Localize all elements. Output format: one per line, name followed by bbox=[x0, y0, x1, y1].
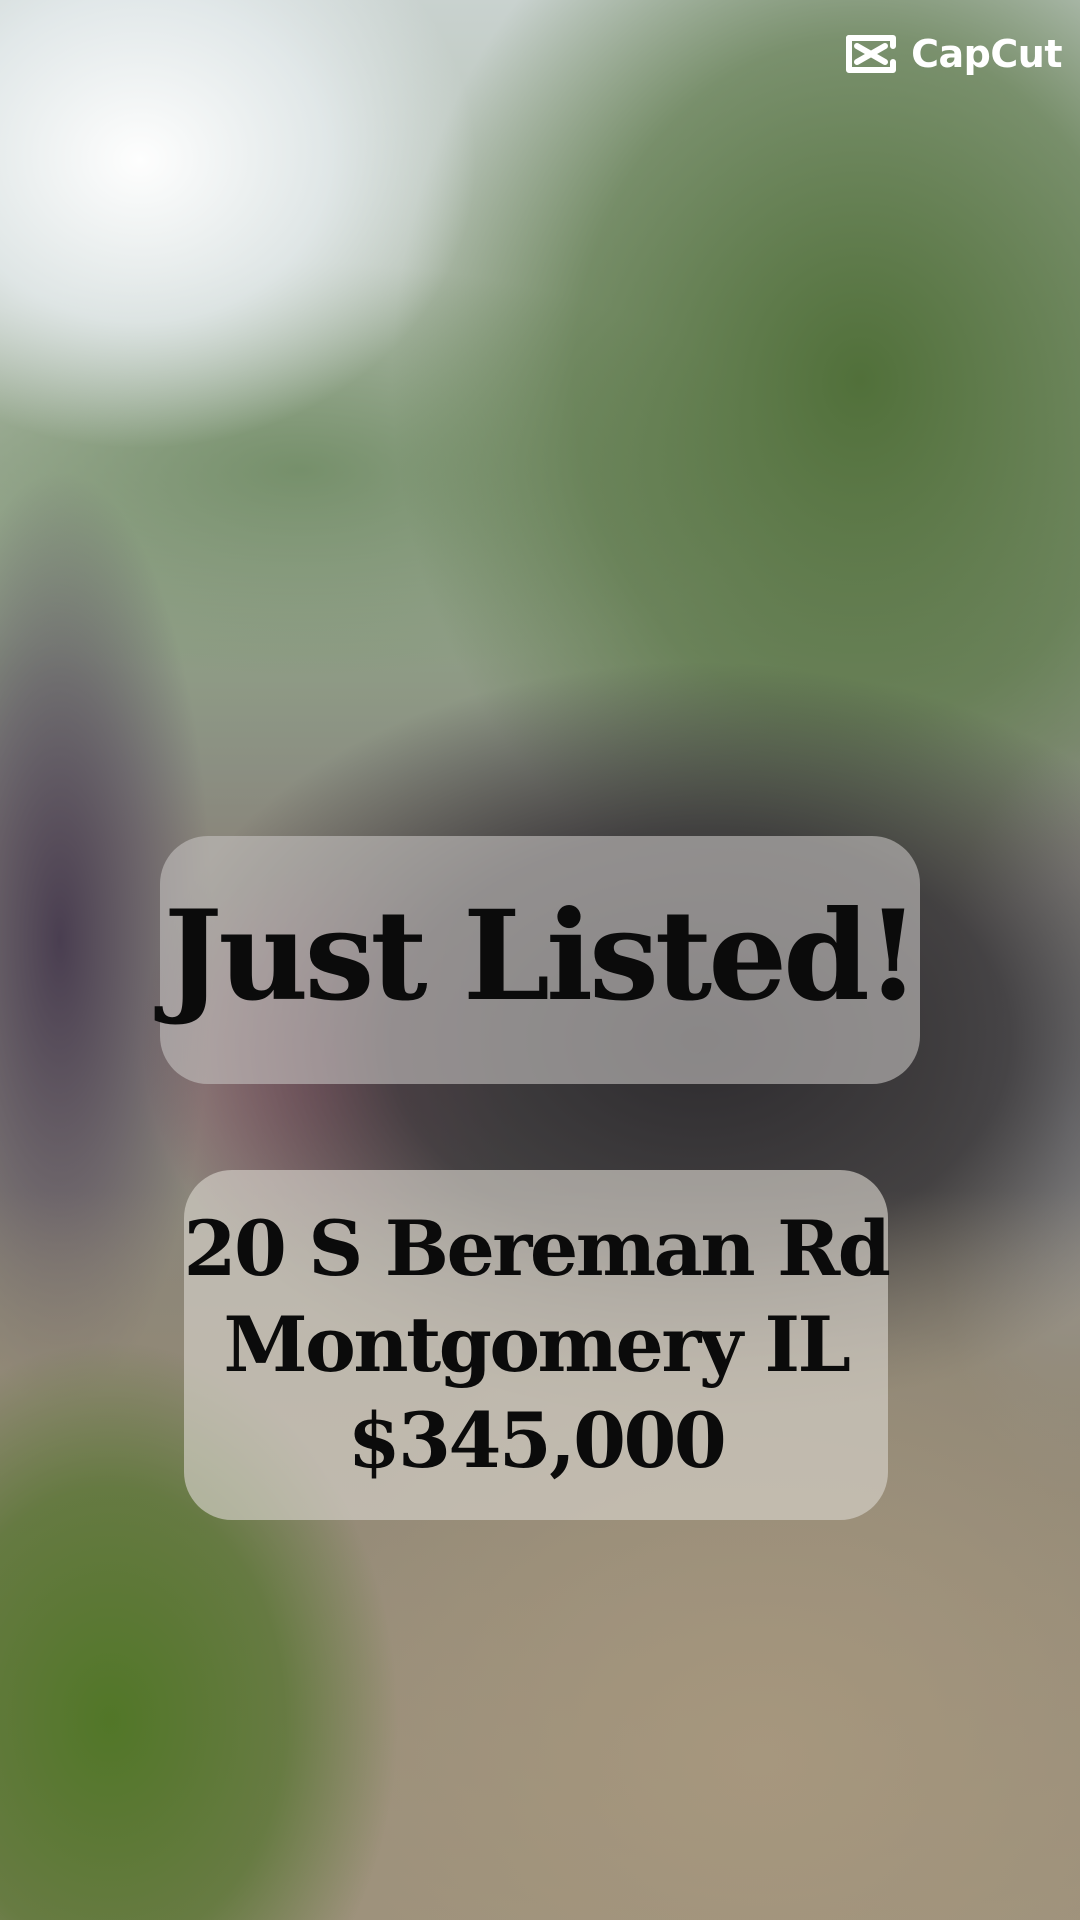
capcut-watermark: CapCut bbox=[843, 28, 1062, 80]
listing-details-card: 20 S Bereman Rd Montgomery IL $345,000 bbox=[183, 1170, 891, 1520]
brand-name: CapCut bbox=[911, 32, 1062, 76]
headline-card: Just Listed! bbox=[160, 836, 920, 1084]
address-line: 20 S Bereman Rd bbox=[183, 1204, 891, 1293]
capcut-logo-icon bbox=[846, 35, 897, 73]
price-text: $345,000 bbox=[347, 1396, 727, 1485]
headline-text: Just Listed! bbox=[163, 884, 920, 1029]
city-line: Montgomery IL bbox=[223, 1300, 851, 1389]
